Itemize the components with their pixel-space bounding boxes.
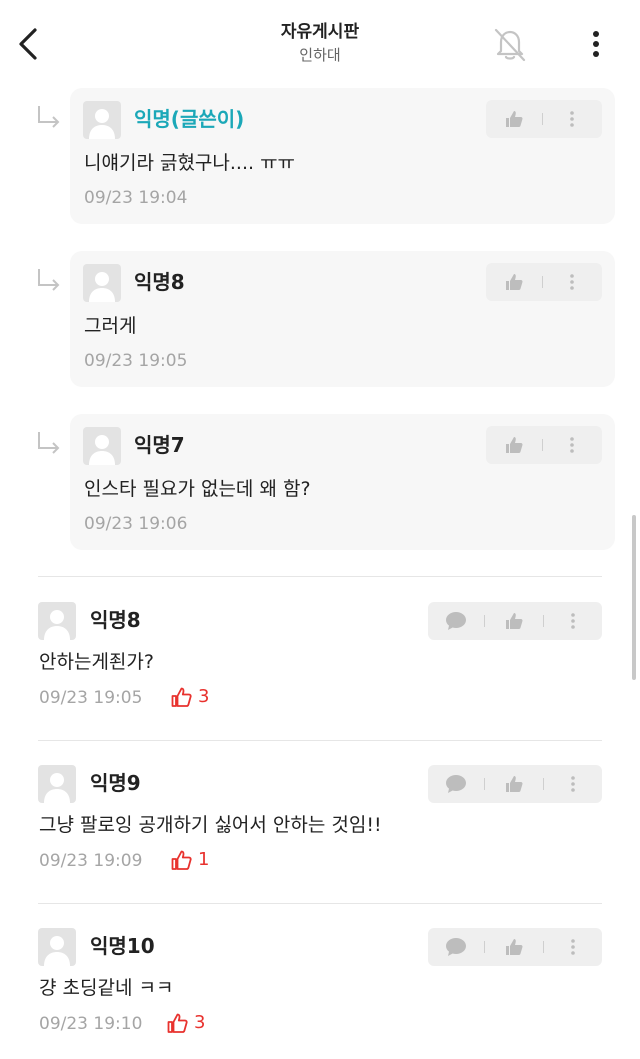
thumbs-up-icon — [506, 274, 523, 290]
more-vertical-icon — [570, 111, 574, 127]
default-avatar-icon — [44, 610, 70, 640]
reply-item: 익명8 그러게 09/23 19:05 — [70, 251, 615, 387]
thumbs-up-icon — [506, 939, 523, 955]
divider — [38, 903, 602, 904]
comment-time: 09/23 19:04 — [84, 188, 188, 208]
comment-actions — [428, 765, 602, 803]
like-count: 3 — [166, 1012, 205, 1034]
reply-arrow-icon — [38, 106, 60, 128]
more-vertical-icon — [571, 776, 575, 792]
comment-text: 인스타 필요가 없는데 왜 함? — [84, 478, 311, 500]
bell-off-icon — [494, 28, 526, 62]
like-count-value: 3 — [194, 1012, 206, 1033]
like-button[interactable] — [486, 426, 542, 464]
comment-author: 익명10 — [90, 934, 155, 958]
comment-time: 09/23 19:05 — [39, 688, 143, 708]
more-vertical-icon — [571, 939, 575, 955]
top-bar: 자유게시판 인하대 — [0, 0, 640, 88]
comment-text: 안하는게죈가? — [39, 651, 154, 673]
thumbs-up-icon — [506, 776, 523, 792]
comment-time: 09/23 19:06 — [84, 514, 188, 534]
scrollbar[interactable] — [632, 515, 636, 680]
more-vertical-icon — [593, 31, 599, 57]
avatar — [83, 264, 121, 302]
like-button[interactable] — [485, 765, 543, 803]
thumbs-up-outline-icon — [167, 1013, 188, 1033]
more-comment-button[interactable] — [543, 426, 601, 464]
default-avatar-icon — [44, 936, 70, 966]
speech-bubble-icon — [446, 612, 466, 630]
default-avatar-icon — [89, 435, 115, 465]
comment-author: 익명9 — [90, 771, 141, 795]
comment-actions — [428, 602, 602, 640]
more-vertical-icon — [570, 274, 574, 290]
thumbs-up-icon — [506, 437, 523, 453]
more-comment-button[interactable] — [544, 928, 602, 966]
thumbs-up-outline-icon — [171, 687, 192, 707]
comment-text: 걍 초딩같네 ㅋㅋ — [39, 977, 174, 999]
thumbs-up-icon — [506, 111, 523, 127]
comment-text: 그냥 팔로잉 공개하기 싫어서 안하는 것임!! — [39, 814, 382, 836]
notification-toggle-button[interactable] — [488, 22, 532, 66]
like-count: 1 — [170, 849, 209, 871]
comment-author: 익명8 — [90, 608, 141, 632]
page-subtitle: 인하대 — [299, 46, 341, 64]
more-vertical-icon — [571, 613, 575, 629]
comment-time: 09/23 19:05 — [84, 351, 188, 371]
comment-text: 니얘기라 긁혔구나.... ㅠㅠ — [84, 152, 296, 174]
avatar — [38, 765, 76, 803]
default-avatar-icon — [89, 109, 115, 139]
reply-arrow-icon — [38, 269, 60, 291]
like-count: 3 — [170, 686, 209, 708]
avatar — [83, 427, 121, 465]
avatar — [38, 602, 76, 640]
more-comment-button[interactable] — [544, 765, 602, 803]
reply-item: 익명7 인스타 필요가 없는데 왜 함? 09/23 19:06 — [70, 414, 615, 550]
speech-bubble-icon — [446, 775, 466, 793]
reply-arrow-icon — [38, 432, 60, 454]
more-comment-button[interactable] — [543, 263, 601, 301]
more-comment-button[interactable] — [544, 602, 602, 640]
like-button[interactable] — [486, 100, 542, 138]
speech-bubble-icon — [446, 938, 466, 956]
comment-author: 익명8 — [134, 270, 185, 294]
divider — [38, 740, 602, 741]
thumbs-up-icon — [506, 613, 523, 629]
avatar — [83, 101, 121, 139]
more-vertical-icon — [570, 437, 574, 453]
comment-actions — [428, 928, 602, 966]
comment-text: 그러게 — [84, 315, 137, 337]
title-block: 자유게시판 인하대 — [0, 20, 640, 66]
default-avatar-icon — [44, 773, 70, 803]
like-button[interactable] — [485, 602, 543, 640]
comment-author: 익명7 — [134, 433, 185, 457]
more-comment-button[interactable] — [543, 100, 601, 138]
comment-time: 09/23 19:10 — [39, 1014, 143, 1034]
comment-author: 익명(글쓴이) — [134, 107, 245, 131]
like-count-value: 1 — [198, 849, 210, 870]
more-options-button[interactable] — [580, 22, 612, 66]
reply-button[interactable] — [428, 765, 484, 803]
thumbs-up-outline-icon — [171, 850, 192, 870]
comment-actions — [486, 100, 602, 138]
reply-button[interactable] — [428, 602, 484, 640]
like-button[interactable] — [485, 928, 543, 966]
reply-item: 익명(글쓴이) 니얘기라 긁혔구나.... ㅠㅠ 09/23 19:04 — [70, 88, 615, 224]
avatar — [38, 928, 76, 966]
default-avatar-icon — [89, 272, 115, 302]
page-title: 자유게시판 — [280, 22, 360, 42]
divider — [38, 576, 602, 577]
reply-button[interactable] — [428, 928, 484, 966]
like-button[interactable] — [486, 263, 542, 301]
comment-time: 09/23 19:09 — [39, 851, 143, 871]
comment-actions — [486, 426, 602, 464]
comment-actions — [486, 263, 602, 301]
like-count-value: 3 — [198, 686, 210, 707]
